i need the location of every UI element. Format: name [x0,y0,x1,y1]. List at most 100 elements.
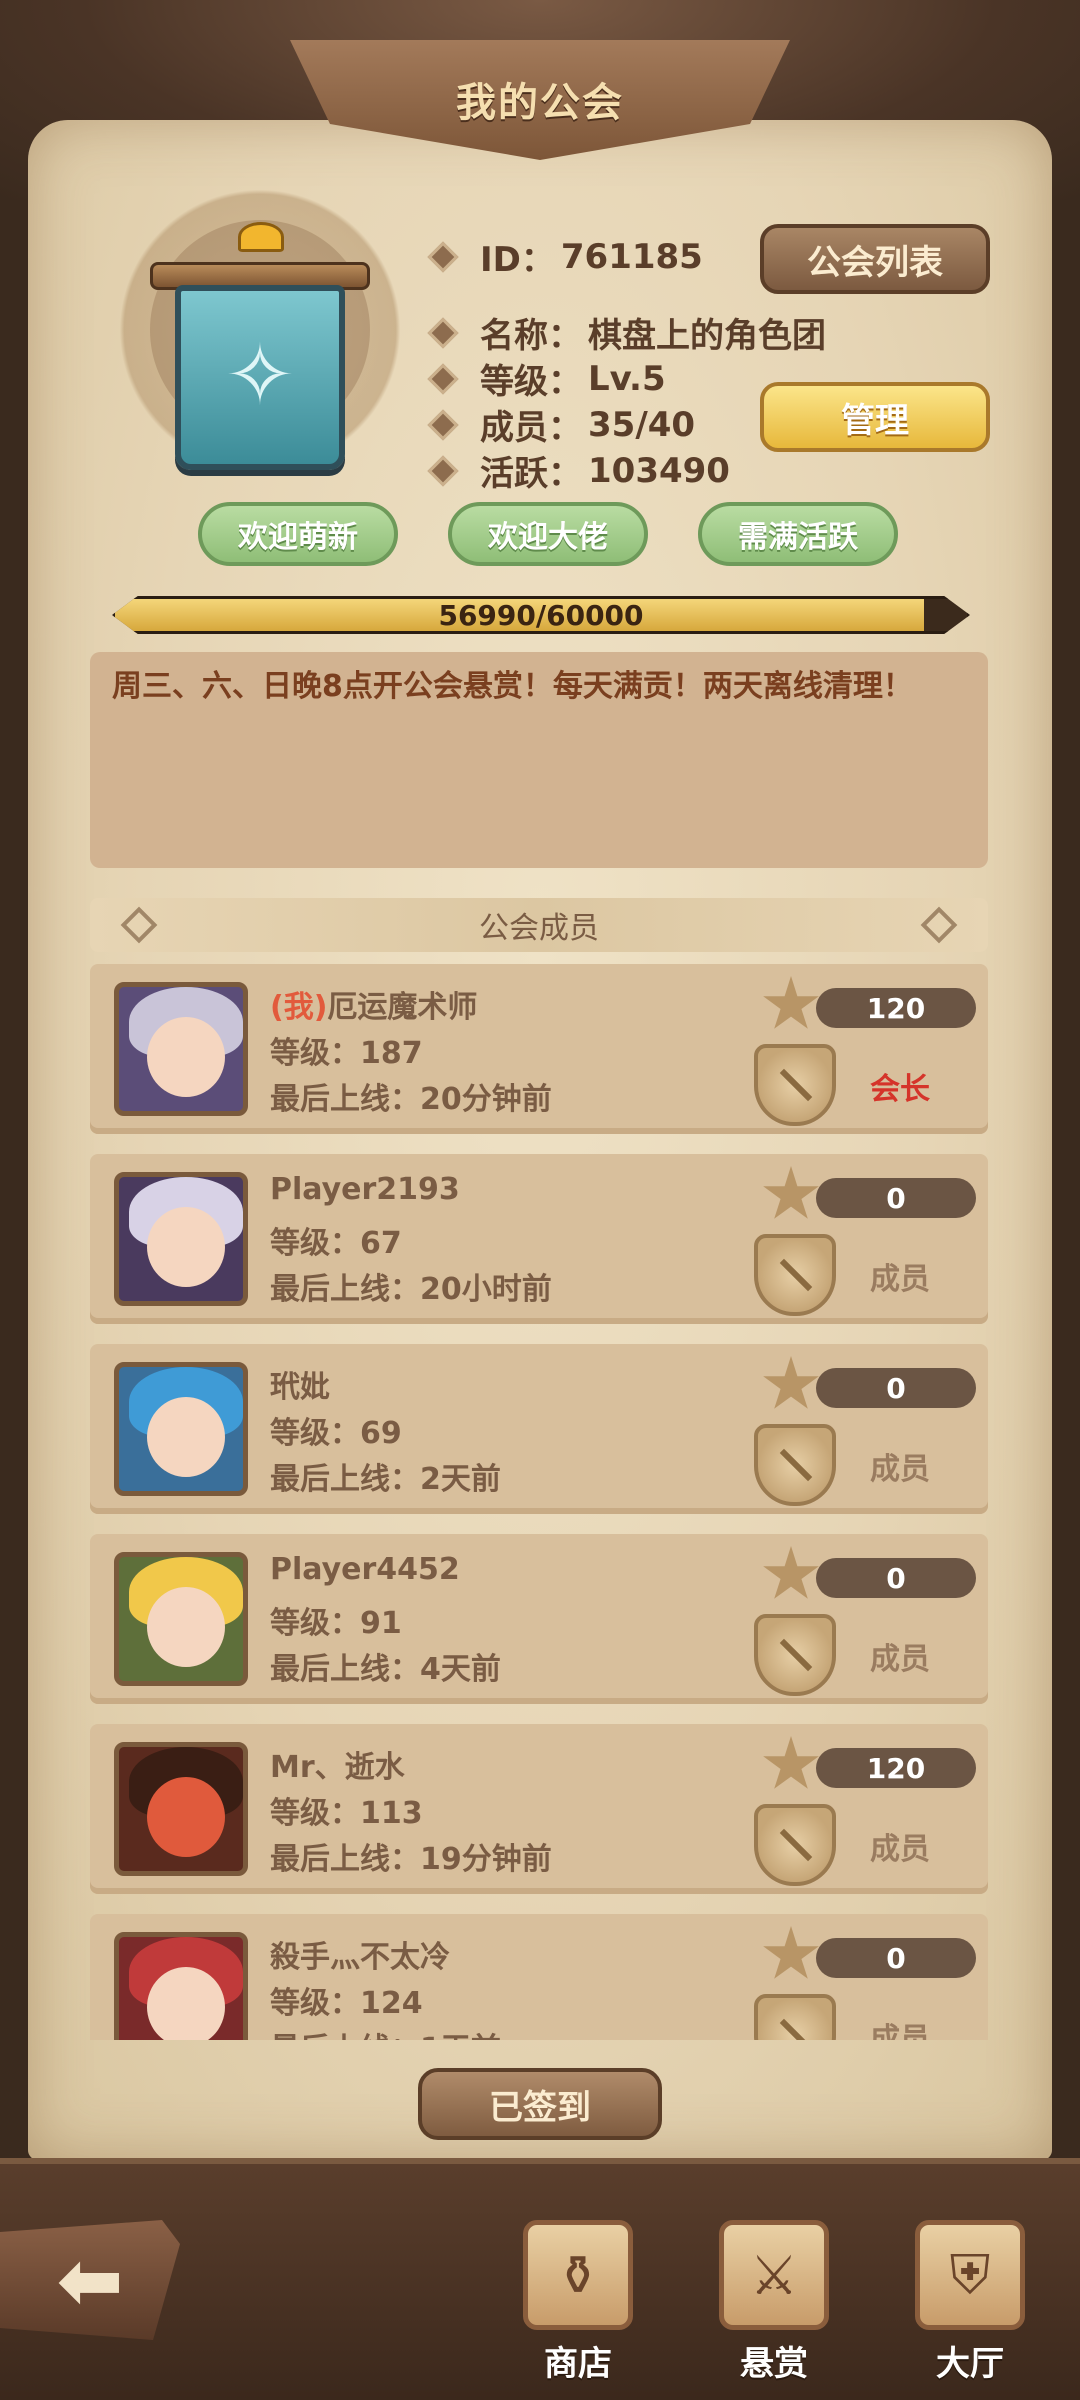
member-list[interactable]: (我)厄运魔术师 等级：187 最后上线：20分钟前 120 会长 Player… [90,964,988,2040]
guild-level-row: 等级： Lv.5 [427,354,666,403]
nav-hall[interactable]: ⛨ 大厅 [900,2220,1040,2400]
nav-bounty-label: 悬赏 [740,2344,808,2384]
guild-activity-row: 活跃： 103490 [427,446,730,495]
star-badge-icon [763,1166,819,1219]
star-badge-icon [763,1926,819,1979]
guild-level-label: 等级： [480,362,582,402]
avatar-face [147,1207,225,1287]
member-last-label: 最后上线： [270,1462,420,1497]
member-row[interactable]: Player2193 等级：67 最后上线：20小时前 0 成员 [90,1154,988,1324]
ornament-icon [120,906,158,944]
member-name-text: Player4452 [270,1552,460,1587]
guild-activity-value: 103490 [588,450,730,491]
member-role: 成员 [870,1262,930,1297]
member-last-value: 2天前 [420,1462,501,1497]
member-avatar[interactable] [114,1362,248,1496]
avatar-face [147,1777,225,1857]
guild-name-value: 棋盘上的角色团 [588,316,826,356]
member-role: 成员 [870,1452,930,1487]
member-level-label: 等级： [270,1986,360,2021]
shield-icon [754,1804,836,1886]
member-name: Player2193 [270,1172,460,1207]
shield-icon [754,1424,836,1506]
member-avatar[interactable] [114,1172,248,1306]
hall-icon: ⛨ [915,2220,1025,2330]
member-row[interactable]: 玳妣 等级：69 最后上线：2天前 0 成员 [90,1344,988,1514]
guild-notice: 周三、六、日晚8点开公会悬赏！每天满贡！两天离线清理！ [90,652,988,868]
member-last-online: 最后上线：1天前 [270,2024,501,2040]
star-badge-icon [763,976,819,1029]
member-row[interactable]: 殺手灬不太冷 等级：124 最后上线：1天前 0 成员 [90,1914,988,2040]
member-row[interactable]: (我)厄运魔术师 等级：187 最后上线：20分钟前 120 会长 [90,964,988,1134]
member-role: 成员 [870,1642,930,1677]
member-level: 等级：91 [270,1598,402,1642]
shield-icon [754,1234,836,1316]
member-score: 120 [816,1748,976,1788]
member-last-label: 最后上线： [270,2032,420,2040]
manage-button[interactable]: 管理 [760,382,990,452]
member-score: 0 [816,1938,976,1978]
guild-level-value: Lv.5 [588,358,666,399]
member-score: 0 [816,1178,976,1218]
member-level: 等级：67 [270,1218,402,1262]
diamond-bullet-icon [427,240,459,273]
shield-icon [754,1044,836,1126]
member-last-label: 最后上线： [270,1842,420,1877]
nav-shop-label: 商店 [544,2344,612,2384]
member-level-value: 69 [360,1416,402,1451]
ornament-icon [920,906,958,944]
banner-knob-icon [238,222,284,252]
member-name: 玳妣 [270,1362,330,1406]
signed-in-button[interactable]: 已签到 [418,2068,662,2140]
guild-list-button[interactable]: 公会列表 [760,224,990,294]
guild-name-label: 名称： [480,316,582,356]
guild-name-row: 名称： 棋盘上的角色团 [427,308,826,357]
member-role: 成员 [870,2022,930,2040]
guild-exp-text: 56990/60000 [438,598,644,632]
member-avatar[interactable] [114,982,248,1116]
me-tag: (我) [270,990,328,1025]
member-last-online: 最后上线：20小时前 [270,1264,552,1308]
member-row[interactable]: Player4452 等级：91 最后上线：4天前 0 成员 [90,1534,988,1704]
member-level-label: 等级： [270,1416,360,1451]
avatar-face [147,1967,225,2040]
member-avatar[interactable] [114,1932,248,2040]
member-last-online: 最后上线：2天前 [270,1454,501,1498]
member-level: 等级：69 [270,1408,402,1452]
member-name-text: Mr、逝水 [270,1750,405,1785]
diamond-bullet-icon [427,408,459,441]
member-last-value: 20小时前 [420,1272,552,1307]
page-title: 我的公会 [456,80,624,126]
star-badge-icon [763,1356,819,1409]
member-level-label: 等级： [270,1226,360,1261]
member-avatar[interactable] [114,1552,248,1686]
member-name: Player4452 [270,1552,460,1587]
tag-welcome-new: 欢迎萌新 [198,502,398,566]
shield-icon [754,1994,836,2040]
nav-bounty[interactable]: ⚔ 悬赏 [704,2220,844,2400]
back-arrow-icon[interactable]: ⬅ [0,2220,180,2340]
member-last-value: 19分钟前 [420,1842,552,1877]
member-role: 成员 [870,1832,930,1867]
member-row[interactable]: Mr、逝水 等级：113 最后上线：19分钟前 120 成员 [90,1724,988,1894]
nav-shop[interactable]: ⚱ 商店 [508,2220,648,2400]
member-name-text: 玳妣 [270,1370,330,1405]
member-level-value: 187 [360,1036,423,1071]
guild-id-label: ID： [480,240,555,280]
tag-welcome-pros: 欢迎大佬 [448,502,648,566]
shield-icon [754,1614,836,1696]
member-last-value: 20分钟前 [420,1082,552,1117]
member-level-value: 91 [360,1606,402,1641]
diamond-bullet-icon [427,454,459,487]
guild-members-value: 35/40 [588,404,696,445]
member-score: 0 [816,1368,976,1408]
bounty-icon: ⚔ [719,2220,829,2330]
member-last-label: 最后上线： [270,1652,420,1687]
member-score: 120 [816,988,976,1028]
guild-exp-bar: 56990/60000 [112,596,970,634]
members-section-title: 公会成员 [479,911,599,946]
avatar-face [147,1397,225,1477]
member-name: (我)厄运魔术师 [270,982,477,1026]
member-avatar[interactable] [114,1742,248,1876]
member-last-online: 最后上线：4天前 [270,1644,501,1688]
